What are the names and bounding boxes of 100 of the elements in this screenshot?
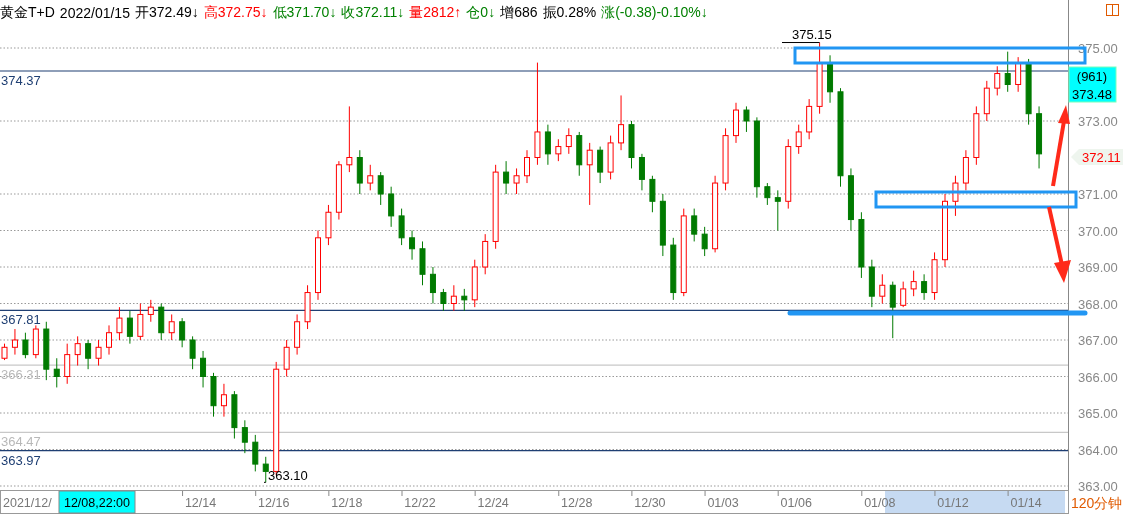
candle xyxy=(1004,51,1011,93)
candle xyxy=(764,182,771,206)
candle xyxy=(252,434,259,472)
time-label: 12/16 xyxy=(258,496,290,510)
candle xyxy=(409,230,416,261)
candle xyxy=(952,175,959,217)
quote-field: 黄金T+D xyxy=(0,3,55,22)
time-label: 2021/12/ xyxy=(3,496,52,510)
candle xyxy=(283,339,290,377)
price-tick: 370.00 xyxy=(1078,223,1118,239)
period-label: 120分钟 xyxy=(1071,495,1123,511)
price-tick: 369.00 xyxy=(1078,260,1118,275)
candle xyxy=(733,102,739,144)
candle xyxy=(356,149,363,195)
candle xyxy=(701,226,708,257)
candle xyxy=(743,105,750,133)
candle xyxy=(304,284,311,330)
candle xyxy=(513,167,520,195)
quote-field: 仓0↓ xyxy=(466,3,496,22)
candle xyxy=(220,383,227,418)
time-label: 12/30 xyxy=(634,496,666,510)
quote-field: 量2812↑ xyxy=(409,3,462,22)
candle xyxy=(377,171,384,206)
candle xyxy=(388,186,395,228)
candle xyxy=(785,138,792,210)
candle xyxy=(482,233,489,275)
time-label: 01/03 xyxy=(707,496,739,510)
candle xyxy=(262,456,269,483)
candle xyxy=(450,284,457,312)
candle xyxy=(910,270,917,297)
candle xyxy=(95,339,102,367)
candle xyxy=(471,259,478,308)
reference-label: 363.97 xyxy=(1,452,41,468)
high-marker-line xyxy=(781,42,821,43)
candle xyxy=(64,343,71,385)
quote-field: 2022/01/15 xyxy=(59,4,130,21)
low-marker-line xyxy=(263,481,267,483)
candle xyxy=(11,328,18,356)
candle xyxy=(503,160,510,195)
price-tick: 367.00 xyxy=(1078,333,1118,348)
candle xyxy=(983,80,990,122)
candle xyxy=(315,230,321,301)
time-label: 01/06 xyxy=(780,496,812,510)
price-tick: 375.00 xyxy=(1078,41,1118,56)
candle xyxy=(294,313,301,356)
candle xyxy=(628,120,635,169)
candle xyxy=(210,372,217,418)
candle xyxy=(189,335,196,370)
candle xyxy=(1,343,8,361)
candle xyxy=(722,127,729,191)
candle xyxy=(649,175,656,213)
candle xyxy=(576,131,583,177)
reference-label: 366.31 xyxy=(1,367,41,383)
candle xyxy=(879,273,886,304)
time-label: 01/12 xyxy=(937,496,969,510)
candle xyxy=(22,332,29,359)
price-tick: 366.00 xyxy=(1078,369,1118,385)
candle xyxy=(137,303,144,341)
window-icon[interactable] xyxy=(1106,4,1119,16)
candle xyxy=(168,313,175,341)
candle xyxy=(429,266,436,304)
reference-label: 367.81 xyxy=(1,312,41,328)
candle xyxy=(179,317,186,348)
candle xyxy=(106,324,112,356)
time-label: 12/18 xyxy=(331,496,363,510)
candle xyxy=(1036,105,1043,169)
candle xyxy=(74,335,81,367)
candle xyxy=(398,208,405,246)
price-tick: 373.00 xyxy=(1078,114,1118,129)
reference-label: 374.37 xyxy=(1,73,41,88)
last-price-tag: 372.11 xyxy=(1071,149,1123,165)
candle xyxy=(806,98,813,140)
candle xyxy=(555,138,562,162)
candle xyxy=(868,259,875,308)
candle xyxy=(32,324,39,359)
candle xyxy=(325,204,332,246)
candle xyxy=(931,251,938,301)
price-tick: 371.00 xyxy=(1078,187,1118,202)
candle xyxy=(691,208,698,242)
candle xyxy=(795,124,802,155)
candle xyxy=(440,288,447,312)
candle xyxy=(335,160,342,221)
candle xyxy=(544,124,551,166)
candle xyxy=(158,303,165,341)
quote-field: 低371.70↓ xyxy=(272,3,337,22)
reference-label: 364.47 xyxy=(1,434,41,450)
quote-field: 高372.75↓ xyxy=(203,3,268,22)
candle xyxy=(618,94,625,151)
candle xyxy=(659,193,666,257)
price-tick: 368.00 xyxy=(1078,296,1118,312)
candle xyxy=(565,127,572,155)
time-label: 12/24 xyxy=(477,496,509,510)
quote-field: 收372.11↓ xyxy=(341,3,405,22)
candle xyxy=(597,146,604,184)
candle xyxy=(921,273,928,301)
candle xyxy=(241,419,248,454)
candle xyxy=(900,281,907,308)
candle xyxy=(973,105,980,166)
candle xyxy=(419,240,426,286)
candle xyxy=(126,310,133,345)
